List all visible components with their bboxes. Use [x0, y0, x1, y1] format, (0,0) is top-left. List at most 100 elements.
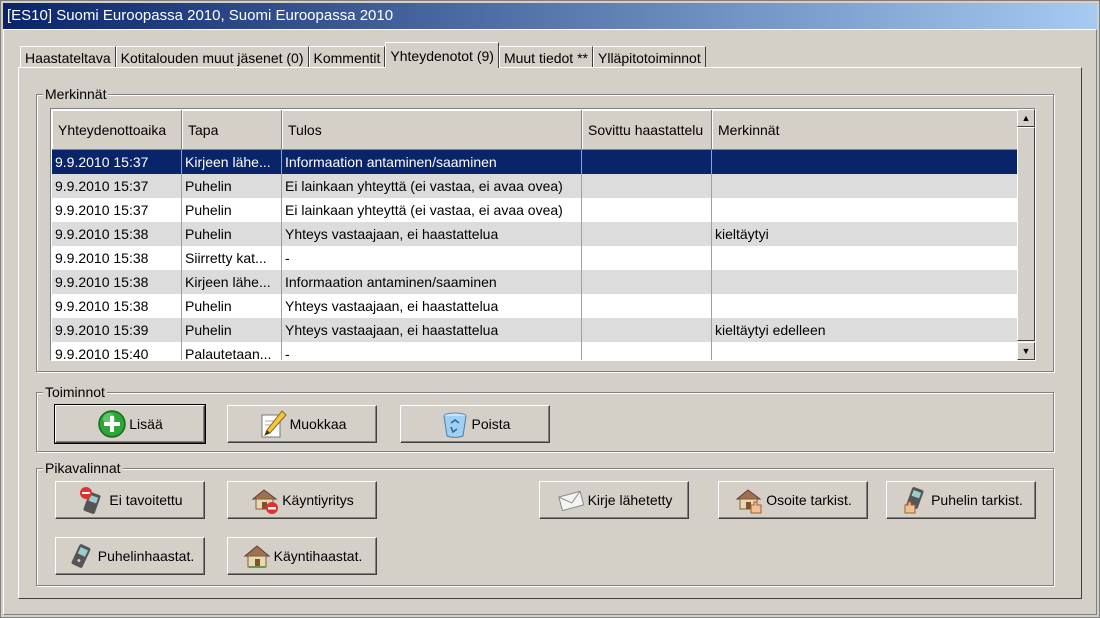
cell-time: 9.9.2010 15:40 — [52, 342, 182, 360]
visit-interview-button-label: Käyntihaastat. — [273, 548, 363, 564]
address-check-button[interactable]: Osoite tarkist. — [718, 481, 868, 519]
table-body: 9.9.2010 15:37 Kirjeen lähe... Informaatio… — [52, 150, 1018, 360]
letter-sent-button-label: Kirje lähetetty — [587, 492, 673, 508]
tab-comments[interactable]: Kommentit — [308, 46, 386, 68]
table-header: Yhteydenottoaika Tapa Tulos Sovittu haas… — [52, 110, 1018, 150]
cell-time: 9.9.2010 15:39 — [52, 318, 182, 342]
tab-haastateltava[interactable]: Haastateltava — [20, 46, 116, 68]
house-no-entry-icon — [250, 485, 280, 515]
recycle-bin-icon — [440, 409, 470, 439]
add-button[interactable]: Lisää — [54, 404, 206, 444]
tab-maintenance[interactable]: Ylläpitotoiminnot — [593, 46, 706, 68]
table-row[interactable]: 9.9.2010 15:38 Puhelin Yhteys vastaajaan, … — [52, 294, 1018, 318]
visit-interview-button[interactable]: Käyntihaastat. — [227, 537, 377, 575]
cell-result: Yhteys vastaajaan, ei haastattelua — [282, 318, 582, 342]
vertical-scrollbar[interactable]: ▲ ▼ — [1017, 109, 1035, 360]
column-header-notes[interactable]: Merkinnät — [712, 110, 1018, 150]
visit-attempt-button[interactable]: Käyntiyritys — [227, 481, 377, 519]
phone-no-answer-icon — [77, 485, 107, 515]
cell-notes — [712, 246, 1018, 270]
cell-time: 9.9.2010 15:38 — [52, 246, 182, 270]
not-reached-button[interactable]: Ei tavoitettu — [55, 481, 205, 519]
phone-interview-button[interactable]: Puhelinhaastat. — [55, 537, 205, 575]
table-row[interactable]: 9.9.2010 15:38 Kirjeen lähe... Informaatio… — [52, 270, 1018, 294]
phone-check-button-label: Puhelin tarkist. — [931, 492, 1023, 508]
contacts-table[interactable]: Yhteydenottoaika Tapa Tulos Sovittu haas… — [50, 108, 1036, 361]
cell-agreed-interview — [582, 318, 712, 342]
house-hand-icon — [734, 485, 764, 515]
cell-notes: kieltäytyi — [712, 222, 1018, 246]
cell-notes — [712, 174, 1018, 198]
cell-result: Informaation antaminen/saaminen — [282, 270, 582, 294]
cell-time: 9.9.2010 15:38 — [52, 294, 182, 318]
cell-time: 9.9.2010 15:37 — [52, 150, 182, 174]
column-header-result[interactable]: Tulos — [282, 110, 582, 150]
tab-bar: Haastateltava Kotitalouden muut jäsenet … — [20, 42, 706, 68]
window-title: [ES10] Suomi Euroopassa 2010, Suomi Euro… — [3, 3, 1097, 29]
table-row[interactable]: 9.9.2010 15:38 Puhelin Yhteys vastaajaan, … — [52, 222, 1018, 246]
cell-agreed-interview — [582, 270, 712, 294]
cell-time: 9.9.2010 15:37 — [52, 174, 182, 198]
table-row[interactable]: 9.9.2010 15:38 Siirretty kat... - — [52, 246, 1018, 270]
phone-interview-button-label: Puhelinhaastat. — [97, 548, 195, 564]
edit-button-label: Muokkaa — [289, 416, 347, 432]
table-row[interactable]: 9.9.2010 15:37 Puhelin Ei lainkaan yhteytt… — [52, 198, 1018, 222]
column-header-time[interactable]: Yhteydenottoaika — [52, 110, 182, 150]
merkinnat-legend: Merkinnät — [43, 86, 109, 102]
not-reached-button-label: Ei tavoitettu — [109, 492, 183, 508]
cell-result: Informaation antaminen/saaminen — [282, 150, 582, 174]
cell-result: Yhteys vastaajaan, ei haastattelua — [282, 294, 582, 318]
cell-method: Puhelin — [182, 198, 282, 222]
delete-button[interactable]: Poista — [400, 405, 550, 443]
cell-agreed-interview — [582, 342, 712, 360]
cell-agreed-interview — [582, 174, 712, 198]
scroll-down-icon[interactable]: ▼ — [1017, 342, 1035, 360]
cell-method: Siirretty kat... — [182, 246, 282, 270]
cell-result: Ei lainkaan yhteyttä (ei vastaa, ei avaa… — [282, 174, 582, 198]
cell-agreed-interview — [582, 222, 712, 246]
tab-other-info[interactable]: Muut tiedot ** — [498, 46, 593, 68]
cell-time: 9.9.2010 15:38 — [52, 222, 182, 246]
cell-agreed-interview — [582, 198, 712, 222]
cell-method: Kirjeen lähe... — [182, 150, 282, 174]
cell-notes — [712, 270, 1018, 294]
phone-hand-icon — [899, 485, 929, 515]
house-icon — [242, 541, 272, 571]
cell-notes — [712, 150, 1018, 174]
delete-button-label: Poista — [471, 416, 511, 432]
cell-result: - — [282, 342, 582, 360]
column-header-agreed-interview[interactable]: Sovittu haastattelu — [582, 110, 712, 150]
visit-attempt-button-label: Käyntiyritys — [282, 492, 354, 508]
cell-method: Puhelin — [182, 222, 282, 246]
mobile-phone-icon — [66, 541, 96, 571]
cell-notes — [712, 294, 1018, 318]
cell-agreed-interview — [582, 150, 712, 174]
toiminnot-legend: Toiminnot — [43, 384, 107, 400]
letter-sent-button[interactable]: Kirje lähetetty — [539, 481, 689, 519]
cell-time: 9.9.2010 15:37 — [52, 198, 182, 222]
scroll-up-icon[interactable]: ▲ — [1017, 109, 1035, 127]
table-row[interactable]: 9.9.2010 15:37 Kirjeen lähe... Informaatio… — [52, 150, 1018, 174]
plus-circle-icon — [97, 409, 127, 439]
cell-agreed-interview — [582, 246, 712, 270]
envelope-icon — [556, 485, 586, 515]
cell-result: Yhteys vastaajaan, ei haastattelua — [282, 222, 582, 246]
cell-notes — [712, 342, 1018, 360]
table-row[interactable]: 9.9.2010 15:37 Puhelin Ei lainkaan yhteytt… — [52, 174, 1018, 198]
table-row[interactable]: 9.9.2010 15:40 Palautetaan... - — [52, 342, 1018, 360]
cell-time: 9.9.2010 15:38 — [52, 270, 182, 294]
edit-button[interactable]: Muokkaa — [227, 405, 377, 443]
column-header-method[interactable]: Tapa — [182, 110, 282, 150]
cell-agreed-interview — [582, 294, 712, 318]
cell-method: Palautetaan... — [182, 342, 282, 360]
scrollbar-thumb[interactable] — [1017, 127, 1035, 341]
tab-household-members[interactable]: Kotitalouden muut jäsenet (0) — [115, 46, 309, 68]
pencil-note-icon — [258, 409, 288, 439]
tab-contacts[interactable]: Yhteydenotot (9) — [385, 42, 499, 68]
phone-check-button[interactable]: Puhelin tarkist. — [886, 481, 1036, 519]
contacts-grid: Yhteydenottoaika Tapa Tulos Sovittu haas… — [52, 110, 1018, 360]
cell-result: Ei lainkaan yhteyttä (ei vastaa, ei avaa… — [282, 198, 582, 222]
cell-notes: kieltäytyi edelleen — [712, 318, 1018, 342]
cell-method: Puhelin — [182, 318, 282, 342]
table-row[interactable]: 9.9.2010 15:39 Puhelin Yhteys vastaajaan, … — [52, 318, 1018, 342]
